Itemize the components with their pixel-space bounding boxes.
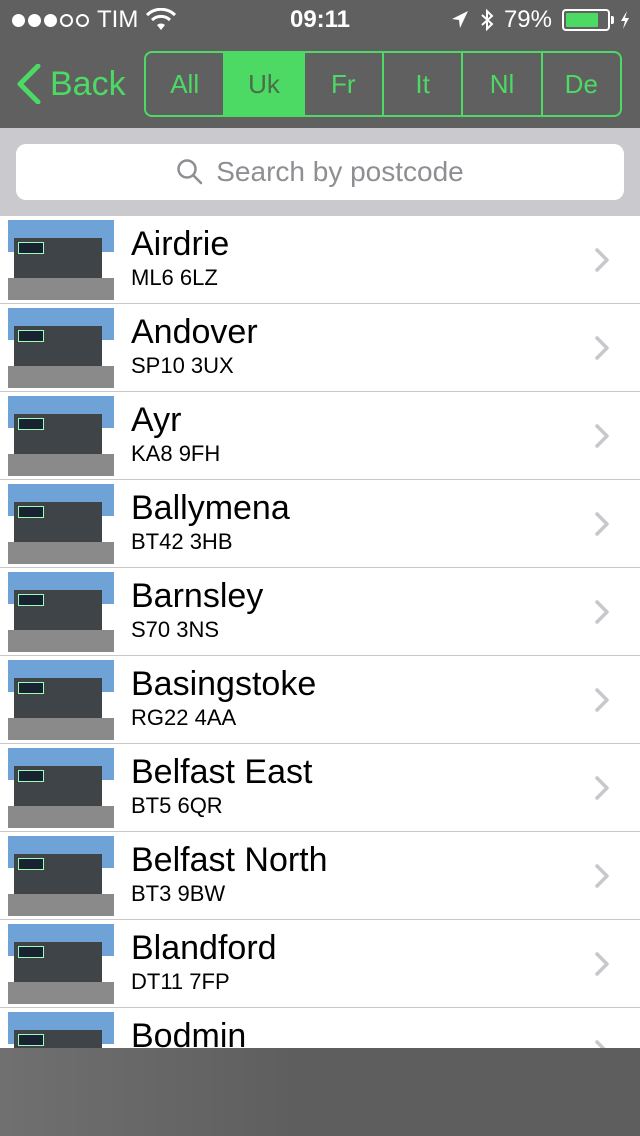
segment-fr[interactable]: Fr: [305, 53, 384, 115]
location-row[interactable]: Airdrie ML6 6LZ: [0, 216, 640, 304]
location-name: Blandford: [131, 929, 277, 967]
segment-all[interactable]: All: [146, 53, 226, 115]
chevron-right-icon: [595, 1040, 606, 1048]
location-photo: [8, 748, 114, 828]
location-info: Ayr KA8 9FH: [131, 400, 220, 468]
battery-percent: 79%: [503, 6, 552, 33]
status-bar: TIM 09:11 79%: [0, 0, 640, 40]
location-info: Belfast North BT3 9BW: [131, 840, 328, 908]
location-name: Bodmin: [131, 1017, 247, 1048]
location-row[interactable]: Bodmin: [0, 1008, 640, 1048]
chevron-left-icon: [17, 64, 41, 104]
location-row[interactable]: Barnsley S70 3NS: [0, 568, 640, 656]
location-postcode: RG22 4AA: [131, 705, 237, 730]
chevron-right-icon: [595, 512, 609, 536]
location-postcode: S70 3NS: [131, 617, 220, 642]
country-segmented-control: All Uk Fr It Nl De: [144, 51, 622, 117]
location-postcode: SP10 3UX: [131, 353, 234, 378]
charging-bolt-icon: [621, 11, 629, 29]
toolbar-shade: [0, 1048, 300, 1136]
location-photo: [8, 924, 114, 1004]
location-arrow-icon: [451, 11, 468, 28]
location-info: Airdrie ML6 6LZ: [131, 224, 229, 292]
location-info: Andover SP10 3UX: [131, 312, 258, 380]
magnifier-icon: [177, 159, 203, 185]
bluetooth-icon: [481, 8, 494, 32]
segment-de[interactable]: De: [543, 53, 620, 115]
battery-fill: [566, 13, 598, 27]
location-name: Andover: [131, 313, 258, 351]
system-indicators: 79%: [450, 6, 630, 34]
segment-uk[interactable]: Uk: [225, 53, 305, 115]
back-button[interactable]: Back: [16, 64, 126, 104]
location-info: Barnsley S70 3NS: [131, 576, 263, 644]
location-name: Barnsley: [131, 577, 264, 615]
location-info: Blandford DT11 7FP: [131, 928, 277, 996]
location-name: Belfast East: [131, 753, 313, 791]
location-name: Ballymena: [131, 489, 290, 527]
location-photo: [8, 220, 114, 300]
location-name: Belfast North: [131, 841, 328, 879]
chevron-right-icon: [595, 248, 609, 272]
chevron-right-icon: [595, 776, 609, 800]
back-label: Back: [50, 64, 126, 103]
navigation-bar: Back All Uk Fr It Nl De: [0, 44, 640, 124]
location-row[interactable]: Andover SP10 3UX: [0, 304, 640, 392]
location-info: Belfast East BT5 6QR: [131, 752, 312, 820]
location-photo: [8, 396, 114, 476]
search-input[interactable]: Search by postcode: [16, 144, 624, 200]
battery-icon: [562, 9, 614, 31]
search-bar-container: Search by postcode: [0, 128, 640, 216]
location-photo: [8, 308, 114, 388]
chevron-right-icon: [595, 952, 609, 976]
chevron-right-icon: [595, 600, 609, 624]
segment-nl[interactable]: Nl: [463, 53, 543, 115]
bottom-toolbar: [0, 1048, 640, 1136]
location-info: Basingstoke RG22 4AA: [131, 664, 316, 732]
location-row[interactable]: Basingstoke RG22 4AA: [0, 656, 640, 744]
location-photo: [8, 484, 114, 564]
location-name: Airdrie: [131, 225, 230, 263]
location-info: Bodmin: [131, 1016, 246, 1048]
location-info: Ballymena BT42 3HB: [131, 488, 290, 556]
search-placeholder: Search by postcode: [216, 156, 464, 187]
location-postcode: KA8 9FH: [131, 441, 221, 466]
location-row[interactable]: Ayr KA8 9FH: [0, 392, 640, 480]
location-postcode: DT11 7FP: [131, 969, 230, 994]
location-list: Airdrie ML6 6LZ Andover SP10 3UX Ayr KA8 9FH B…: [0, 216, 640, 1048]
top-bar: TIM 09:11 79% Back All Uk Fr It Nl De: [0, 0, 640, 128]
location-photo: [8, 836, 114, 916]
location-name: Ayr: [131, 401, 182, 439]
location-photo: [8, 660, 114, 740]
location-postcode: BT5 6QR: [131, 793, 223, 818]
location-postcode: BT42 3HB: [131, 529, 233, 554]
location-row[interactable]: Ballymena BT42 3HB: [0, 480, 640, 568]
location-photo: [8, 1012, 114, 1048]
location-row[interactable]: Blandford DT11 7FP: [0, 920, 640, 1008]
location-postcode: ML6 6LZ: [131, 265, 218, 290]
location-photo: [8, 572, 114, 652]
location-row[interactable]: Belfast East BT5 6QR: [0, 744, 640, 832]
location-row[interactable]: Belfast North BT3 9BW: [0, 832, 640, 920]
segment-it[interactable]: It: [384, 53, 464, 115]
chevron-right-icon: [595, 424, 609, 448]
chevron-right-icon: [595, 336, 609, 360]
chevron-right-icon: [595, 864, 609, 888]
location-name: Basingstoke: [131, 665, 317, 703]
location-postcode: BT3 9BW: [131, 881, 226, 906]
chevron-right-icon: [595, 688, 609, 712]
